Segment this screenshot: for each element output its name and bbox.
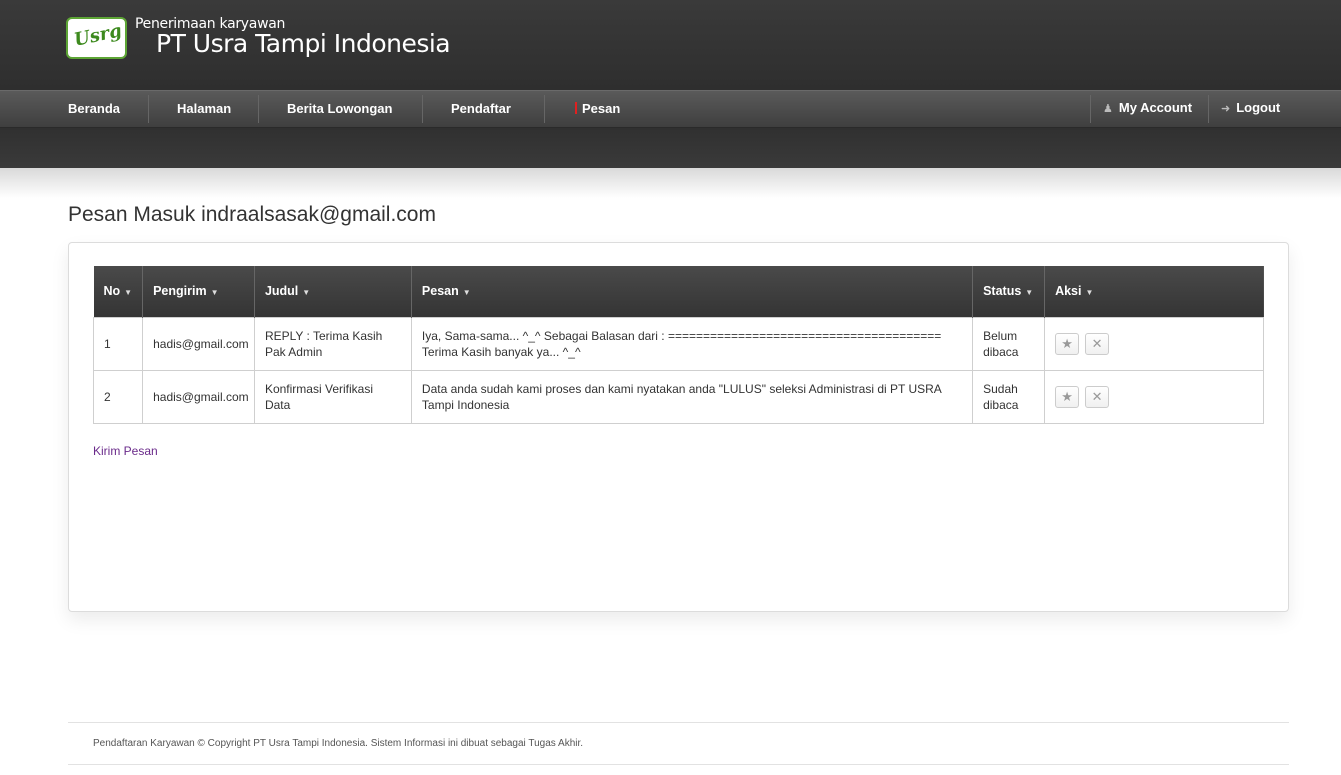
caret-down-icon: ▼ — [302, 288, 311, 298]
close-icon[interactable]: ✕ — [1085, 332, 1110, 355]
cell-no: 2 — [92, 369, 144, 424]
nav-pendaftar[interactable]: Pendaftar — [451, 91, 511, 127]
company-logo[interactable]: Usrg — [66, 17, 127, 59]
cell-aksi: ★ ✕ — [1044, 369, 1264, 424]
active-indicator — [575, 102, 577, 114]
table-row: 1 hadis@gmail.com REPLY : Terima Kasih P… — [92, 316, 1264, 371]
main-nav: Beranda Halaman Berita Lowongan Pendafta… — [0, 90, 1341, 128]
caret-down-icon: ▼ — [1085, 288, 1094, 298]
column-label: Aksi — [1055, 284, 1082, 299]
cell-status: Belum dibaca — [972, 316, 1046, 371]
logout-label: Logout — [1236, 100, 1281, 115]
nav-halaman[interactable]: Halaman — [177, 91, 231, 127]
caret-down-icon: ▼ — [210, 288, 219, 298]
my-account-link[interactable]: ♟ My Account — [1103, 91, 1192, 127]
cell-status: Sudah dibaca — [972, 369, 1046, 424]
column-label: Pengirim — [153, 284, 207, 299]
cell-pengirim: hadis@gmail.com — [142, 316, 255, 371]
nav-divider — [544, 95, 545, 123]
header: Usrg Penerimaan karyawan PT Usra Tampi I… — [0, 0, 1341, 90]
cell-judul: Konfirmasi Verifikasi Data — [253, 369, 412, 424]
nav-divider — [148, 95, 149, 123]
column-header-aksi[interactable]: Aksi ▼ — [1045, 266, 1264, 317]
nav-divider — [258, 95, 259, 123]
column-label: No — [103, 284, 121, 299]
cell-pengirim: hadis@gmail.com — [142, 369, 255, 424]
nav-divider — [1090, 95, 1091, 123]
column-header-status[interactable]: Status ▼ — [972, 266, 1046, 317]
column-label: Status — [983, 284, 1022, 299]
cell-pesan: Iya, Sama-sama... ^_^ Sebagai Balasan da… — [410, 316, 974, 371]
footer-copyright: Pendaftaran Karyawan © Copyright PT Usra… — [93, 738, 584, 749]
messages-table: No ▼ Pengirim ▼ Judul ▼ Pesan ▼ Status ▼ Aksi… — [92, 266, 1264, 424]
close-icon[interactable]: ✕ — [1085, 385, 1110, 408]
cell-pesan: Data anda sudah kami proses dan kami nya… — [410, 369, 974, 424]
my-account-label: My Account — [1118, 100, 1193, 115]
cell-judul: REPLY : Terima Kasih Pak Admin — [253, 316, 412, 371]
nav-divider — [1208, 95, 1209, 123]
column-label: Judul — [264, 284, 299, 299]
footer-divider — [68, 764, 1289, 765]
table-header-row: No ▼ Pengirim ▼ Judul ▼ Pesan ▼ Status ▼ Aksi… — [93, 266, 1264, 317]
star-icon[interactable]: ★ — [1055, 332, 1080, 355]
footer-divider — [68, 722, 1289, 723]
nav-pesan-label: Pesan — [582, 101, 621, 116]
column-header-judul[interactable]: Judul ▼ — [254, 266, 412, 317]
caret-down-icon: ▼ — [1025, 288, 1034, 298]
page-title: Pesan Masuk indraalsasak@gmail.com — [68, 203, 436, 226]
column-header-pengirim[interactable]: Pengirim ▼ — [142, 266, 255, 317]
column-header-no[interactable]: No ▼ — [93, 266, 144, 317]
nav-divider — [422, 95, 423, 123]
nav-beranda[interactable]: Beranda — [68, 91, 120, 127]
logout-link[interactable]: ➜ Logout — [1221, 91, 1280, 127]
header-title: PT Usra Tampi Indonesia — [156, 29, 451, 58]
cell-no: 1 — [92, 316, 144, 371]
column-label: Pesan — [421, 284, 459, 299]
cell-aksi: ★ ✕ — [1044, 316, 1264, 371]
star-icon[interactable]: ★ — [1055, 385, 1080, 408]
sub-header-bar — [0, 128, 1341, 168]
nav-berita-lowongan[interactable]: Berita Lowongan — [287, 91, 392, 127]
logo-mark: Usrg — [72, 20, 124, 51]
nav-pesan[interactable]: Pesan — [575, 91, 620, 127]
send-message-link[interactable]: Kirim Pesan — [93, 444, 158, 458]
header-shadow — [0, 168, 1341, 198]
column-header-pesan[interactable]: Pesan ▼ — [411, 266, 974, 317]
caret-down-icon: ▼ — [462, 288, 471, 298]
user-icon: ♟ — [1103, 103, 1113, 115]
arrow-right-icon: ➜ — [1221, 103, 1231, 115]
caret-down-icon: ▼ — [124, 288, 133, 298]
table-row: 2 hadis@gmail.com Konfirmasi Verifikasi … — [92, 369, 1264, 424]
